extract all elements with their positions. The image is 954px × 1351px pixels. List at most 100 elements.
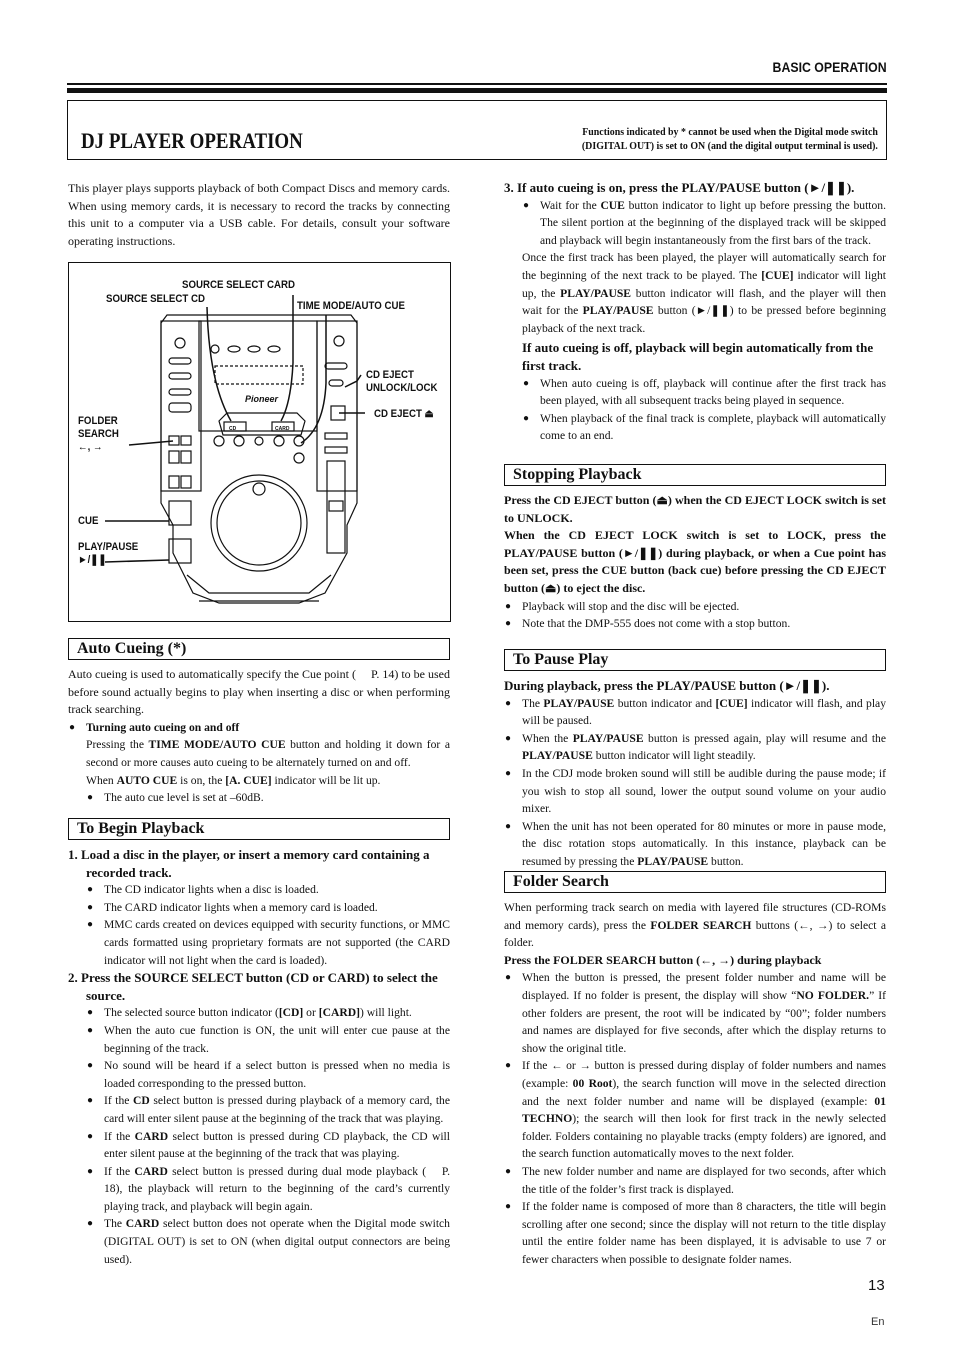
list-item: If the CD select button is pressed durin… [86,1092,450,1127]
folder-search-lead: Press the FOLDER SEARCH button (←, →) du… [504,952,822,967]
step-2-list: The selected source button indicator ([C… [68,1004,450,1268]
leader-source-card [280,295,294,422]
page-title: DJ PLAYER OPERATION [81,128,303,153]
note-line: (DIGITAL OUT) is set to ON (and the digi… [581,140,878,152]
list-item: Note that the DMP-555 does not come with… [504,615,886,633]
folder-search-section: Folder Search When performing track sear… [504,871,886,1268]
label-line: CD EJECT [366,369,414,381]
text-run: button indicator and [614,696,716,710]
sub-list: The auto cue level is set at –60dB. [86,789,450,807]
list-item: If the CARD select button is pressed dur… [86,1163,450,1216]
text-run: The [522,696,544,710]
list-item: If the ← or → button is pressed during d… [504,1057,886,1163]
begin-playback-continued: 3. If auto cueing is on, press the PLAY/… [504,179,886,445]
cue-button-shape [168,500,192,526]
pause-list: The PLAY/PAUSE button indicator and [CUE… [504,695,886,871]
list-item: When the PLAY/PAUSE button is pressed ag… [504,730,886,765]
bullet-body: When AUTO CUE is on, the [A. CUE] indica… [86,772,450,790]
text-run: 00 Root [572,1076,613,1090]
text-run: or [303,1006,319,1020]
auto-cueing-body: Auto cueing is used to automatically spe… [68,667,450,717]
text-run: CARD [134,1129,169,1143]
label-cd-eject-unlock-lock: CD EJECT UNLOCK/LOCK [366,369,438,395]
tempo-slider [326,460,346,554]
digital-mode-note: Functions indicated by * cannot be used … [582,125,878,153]
text-run: If the [104,1094,134,1108]
label-cue: CUE [78,515,99,527]
list-item: The selected source button indicator ([C… [86,1004,450,1022]
list-item: The PLAY/PAUSE button indicator and [CUE… [504,695,886,730]
step-3-list: Wait for the CUE button indicator to lig… [504,197,886,250]
leader-cd-eject-lock [344,374,362,388]
text-run: [CD] [278,1006,304,1020]
label-line: PLAY/PAUSE [78,541,139,553]
header-rule-thin [67,83,887,85]
auto-cueing-list: Turning auto cueing on and off Pressing … [68,719,450,807]
label-cd-eject: CD EJECT ⏏ [374,408,434,420]
device-diagram: Pioneer CD CARD SOURCE SELECT CARD SOURC… [68,262,451,622]
jog-dial [210,474,308,572]
list-item: If the CARD select button is pressed dur… [86,1128,450,1163]
step-3: 3. If auto cueing is on, press the PLAY/… [504,180,855,195]
list-item: The new folder number and name are displ… [504,1163,886,1198]
bullet-heading: Turning auto cueing on and off [86,720,240,734]
label-play-pause: PLAY/PAUSE ►/❚❚ [78,541,138,567]
auto-cue-off-heading: If auto cueing is off, playback will beg… [522,340,874,373]
stopping-heading: Stopping Playback [504,464,886,486]
text-run: If the [104,1164,135,1178]
device-card-label: CARD [275,426,290,432]
stopping-section: Stopping Playback Press the CD EJECT but… [504,464,886,633]
text-run: button is pressed again, play will resum… [643,731,886,745]
list-item: The CARD indicator lights when a memory … [86,899,450,917]
list-item: Turning auto cueing on and off Pressing … [68,719,450,807]
stopping-instruction-1: Press the CD EJECT button (⏏) when the C… [504,493,886,525]
text-run: FOLDER SEARCH [650,918,752,932]
label-source-select-card: SOURCE SELECT CARD [182,279,295,291]
list-item: No sound will be heard if a select butto… [86,1057,450,1092]
text-run: TIME MODE/AUTO CUE [148,738,286,752]
text-run: button indicator will light steadily. [592,749,756,763]
list-item: The CARD select button does not operate … [86,1215,450,1268]
list-item: When the auto cue function is ON, the un… [86,1022,450,1057]
folder-search-heading: Folder Search [504,871,886,893]
step-2: 2. Press the SOURCE SELECT button (CD or… [68,970,438,1003]
auto-cueing-section: Auto Cueing (*) Auto cueing is used to a… [68,638,450,807]
label-line: ←, → [78,441,103,453]
pause-section: To Pause Play During playback, press the… [504,649,886,871]
text-run: PLAY/PAUSE [572,731,644,745]
begin-playback-heading: To Begin Playback [68,818,450,840]
step-1-list: The CD indicator lights when a disc is l… [68,881,450,969]
text-run: CD [133,1094,150,1108]
folder-search-intro: When performing track search on media wi… [504,899,886,952]
leader-folder-search [128,440,174,446]
text-run: NO FOLDER. [796,988,870,1002]
text-run: CUE [600,198,625,212]
play-pause-button-shape [168,538,192,564]
text-run: PLAY/PAUSE [560,286,632,300]
text-run: CARD [125,1217,160,1231]
label-folder-search: FOLDER SEARCH ←, → [78,415,119,454]
list-item: If the folder name is composed of more t… [504,1198,886,1268]
text-run: Wait for the [540,198,601,212]
list-item: In the CDJ mode broken sound will still … [504,765,886,818]
auto-cue-off-list: When auto cueing is off, playback will c… [504,375,886,445]
stopping-instruction-2: When the CD EJECT LOCK switch is set to … [504,528,886,595]
list-item: MMC cards created on devices equipped wi… [86,916,450,969]
list-item: The auto cue level is set at –60dB. [86,789,450,807]
text-run: AUTO CUE [116,773,178,787]
page-number: 13 [868,1277,885,1294]
auto-cueing-heading: Auto Cueing (*) [68,638,450,660]
text-run: When the [522,731,573,745]
title-box: DJ PLAYER OPERATION Functions indicated … [67,100,887,160]
pioneer-logo: Pioneer [245,394,279,404]
text-run: ) will light. [359,1006,412,1020]
text-run: ); the search will then look for first t… [522,1112,886,1161]
text-run: When [86,773,117,787]
intro-text: This player plays supports playback of b… [68,181,450,248]
list-item: When playback of the final track is comp… [522,410,886,445]
text-run: The [104,1217,126,1231]
left-control-panel [160,320,202,492]
device-cd-label: CD [229,426,237,432]
pause-heading: To Pause Play [504,649,886,671]
list-item: Playback will stop and the disc will be … [504,598,886,616]
